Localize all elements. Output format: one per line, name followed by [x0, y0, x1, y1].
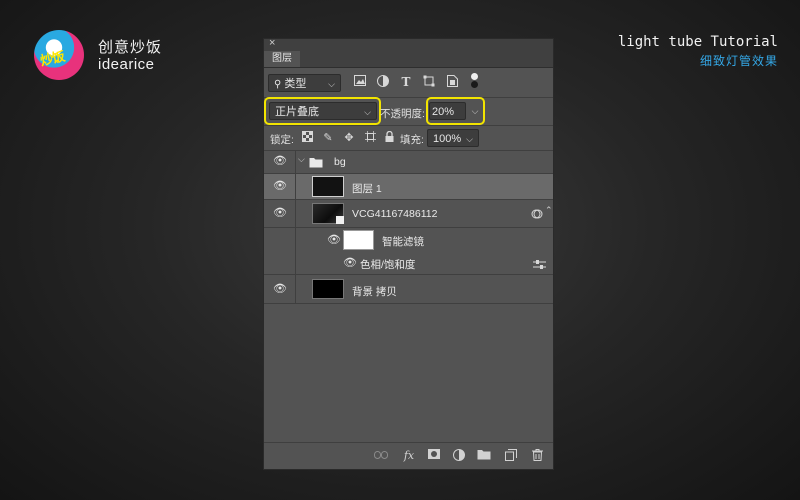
lock-artboard-icon[interactable] — [363, 131, 377, 145]
chevron-down-icon: ⌵ — [466, 134, 473, 144]
tab-layers[interactable]: 图层 — [264, 51, 300, 67]
logo-badge-text: 炒饭 — [39, 49, 66, 70]
chevron-down-icon: ⌵ — [328, 79, 335, 89]
folder-icon — [309, 155, 323, 173]
opacity-label: 不透明度: — [380, 108, 425, 120]
fill-value: 100% — [433, 133, 462, 145]
tutorial-title-en: light tube Tutorial — [617, 34, 778, 50]
opacity-value: 20% — [432, 106, 455, 118]
layers-panel: × 图层 ⚲ 类型 ⌵ T 正片叠底 ⌵ 不透明度: 20% ⌵ 锁定: ✎ ✥… — [263, 37, 554, 470]
layer-row-background-copy[interactable]: 👁 背景 拷贝 — [264, 275, 553, 304]
search-icon: ⚲ — [274, 79, 282, 90]
fill-input[interactable]: 100% ⌵ — [427, 129, 479, 147]
layer-name: VCG41167486112 — [352, 208, 438, 220]
visibility-eye-icon[interactable]: 👁 — [273, 206, 287, 220]
visibility-eye-icon[interactable]: 👁 — [327, 233, 341, 247]
visibility-eye-icon[interactable]: 👁 — [273, 154, 287, 168]
blend-mode-select[interactable]: 正片叠底 ⌵ — [269, 102, 377, 120]
chevron-down-icon: ⌵ — [364, 107, 371, 117]
filter-toggle-switch[interactable] — [470, 73, 479, 89]
pixel-layer-filter-icon[interactable] — [353, 75, 367, 89]
chevron-down-icon[interactable]: ⌵ — [298, 154, 305, 165]
lock-transparent-pixels-icon[interactable] — [300, 131, 314, 145]
delete-layer-trash-icon[interactable] — [530, 449, 544, 463]
new-layer-icon[interactable] — [504, 449, 518, 463]
brand-name-en: idearice — [98, 56, 155, 73]
blend-row: 正片叠底 ⌵ 不透明度: 20% ⌵ — [264, 97, 553, 126]
lock-image-pixels-icon[interactable]: ✎ — [321, 131, 335, 145]
shape-layer-filter-icon[interactable] — [422, 75, 436, 89]
chevron-up-icon[interactable]: ⌃ — [545, 205, 553, 216]
brand-name-cn: 创意炒饭 — [98, 39, 163, 56]
blend-mode-value: 正片叠底 — [275, 106, 319, 118]
layer-thumbnail — [312, 279, 344, 299]
opacity-input[interactable]: 20% — [429, 102, 466, 120]
logo-badge: 炒饭 — [34, 30, 84, 80]
type-layer-filter-icon[interactable]: T — [399, 75, 413, 89]
layer-name: 智能滤镜 — [382, 236, 424, 248]
fill-label: 填充: — [400, 134, 424, 146]
layer-name: 背景 拷贝 — [352, 286, 397, 298]
lock-all-icon[interactable] — [382, 130, 396, 145]
layer-name: 色相/饱和度 — [360, 259, 416, 271]
lock-position-icon[interactable]: ✥ — [342, 131, 356, 145]
add-mask-icon[interactable] — [427, 449, 441, 463]
lock-label: 锁定: — [270, 134, 294, 146]
new-group-folder-icon[interactable] — [477, 449, 491, 463]
panel-close-bar: × — [264, 37, 553, 51]
layer-row-smart-object[interactable]: 👁 VCG41167486112 ⌃ — [264, 200, 553, 228]
smart-filter-indicator-icon — [531, 207, 543, 225]
layer-list: 👁 ⌵ bg 👁 图层 1 👁 VCG41167486112 ⌃ 👁 智能滤镜 … — [264, 150, 553, 304]
new-adjustment-layer-icon[interactable] — [452, 449, 466, 463]
layer-name: 图层 1 — [352, 183, 382, 195]
opacity-dropdown-button[interactable]: ⌵ — [468, 102, 482, 120]
visibility-eye-icon[interactable]: 👁 — [273, 282, 287, 296]
filter-kind-label: 类型 — [284, 78, 307, 90]
link-layers-icon[interactable] — [374, 449, 388, 463]
layers-bottom-toolbar: fx — [264, 442, 553, 469]
adjustment-layer-filter-icon[interactable] — [376, 75, 390, 89]
filter-row: ⚲ 类型 ⌵ T — [264, 68, 553, 98]
smart-object-filter-icon[interactable] — [445, 75, 459, 89]
layer-style-fx-button[interactable]: fx — [402, 449, 416, 463]
layer-row-smart-filters[interactable]: 👁 智能滤镜 — [264, 228, 553, 252]
close-icon[interactable]: × — [269, 37, 275, 49]
layer-row-layer1[interactable]: 👁 图层 1 — [264, 174, 553, 200]
filter-mask-thumbnail — [343, 230, 374, 250]
lock-row: 锁定: ✎ ✥ 填充: 100% ⌵ — [264, 126, 553, 151]
smart-object-badge-icon — [336, 216, 344, 224]
filter-kind-select[interactable]: ⚲ 类型 ⌵ — [268, 74, 341, 92]
layer-thumbnail — [312, 176, 344, 197]
layer-row-group-bg[interactable]: 👁 ⌵ bg — [264, 150, 553, 174]
filter-blending-options-icon[interactable] — [533, 257, 546, 275]
visibility-eye-icon[interactable]: 👁 — [343, 256, 357, 270]
layer-row-hue-saturation[interactable]: 👁 色相/饱和度 — [264, 252, 553, 275]
tutorial-title-cn: 细致灯管效果 — [699, 54, 778, 68]
panel-tab-row: 图层 — [264, 51, 553, 68]
visibility-eye-icon[interactable]: 👁 — [273, 179, 287, 193]
layer-name: bg — [334, 156, 346, 168]
